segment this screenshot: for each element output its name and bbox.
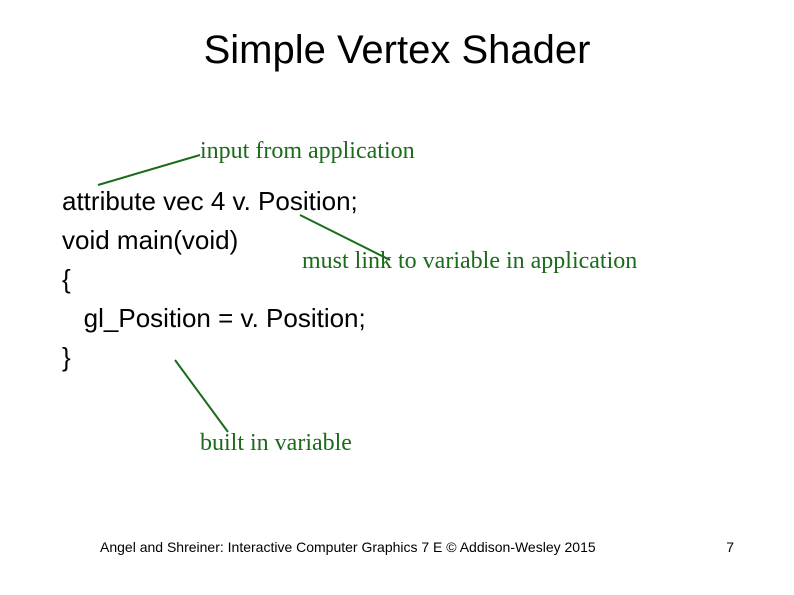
code-line-5: } — [62, 342, 71, 372]
code-block: attribute vec 4 v. Position; void main(v… — [62, 182, 366, 377]
slide-title: Simple Vertex Shader — [0, 28, 794, 73]
page-number: 7 — [726, 539, 734, 555]
code-line-2: void main(void) — [62, 225, 238, 255]
annotation-input: input from application — [200, 138, 415, 165]
code-line-4: gl_Position = v. Position; — [62, 303, 366, 333]
line-to-attribute — [98, 155, 200, 185]
code-line-1: attribute vec 4 v. Position; — [62, 186, 358, 216]
annotation-builtin: built in variable — [200, 430, 352, 457]
footer-citation: Angel and Shreiner: Interactive Computer… — [100, 539, 596, 555]
code-line-3: { — [62, 264, 71, 294]
slide: Simple Vertex Shader input from applicat… — [0, 0, 794, 595]
